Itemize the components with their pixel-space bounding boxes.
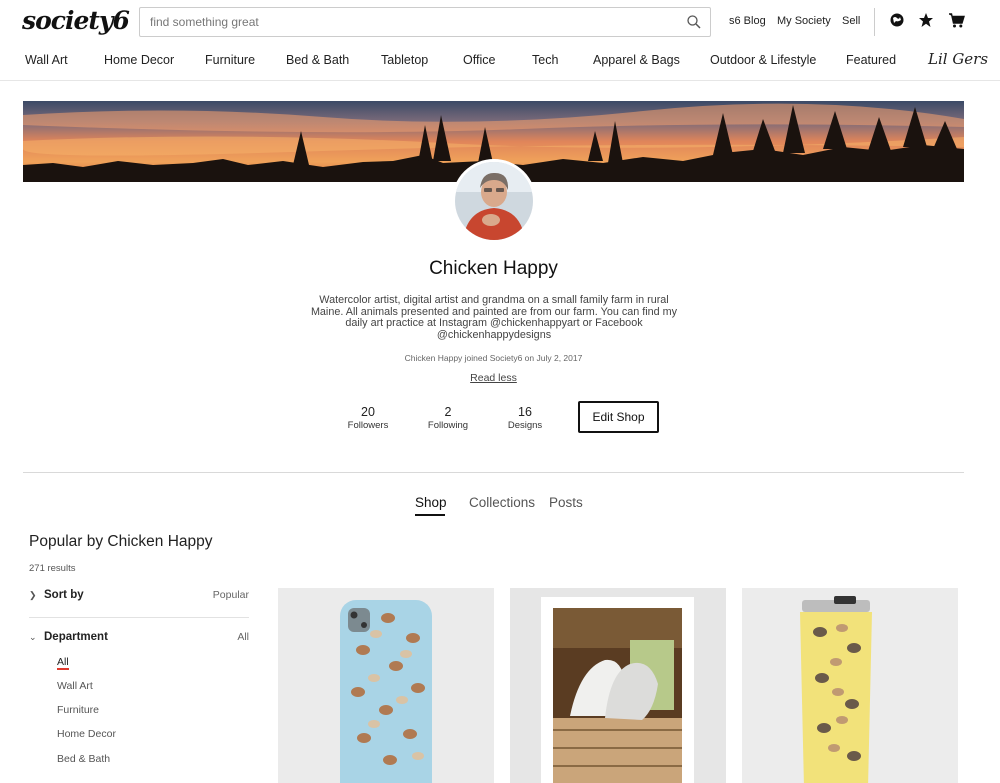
designs-label: Designs [507,420,543,431]
department-filter[interactable]: ⌄ Department All [29,631,249,647]
tumbler-image [742,588,958,783]
sort-by-label: Sort by [44,589,84,601]
profile-bio: Watercolor artist, digital artist and gr… [310,294,678,342]
designs-count: 16 [518,405,532,419]
department-label: Department [44,631,108,643]
department-option-furniture[interactable]: Furniture [57,704,99,716]
sort-by-value: Popular [212,589,249,601]
my-society-link[interactable]: My Society [777,15,831,27]
blog-link[interactable]: s6 Blog [729,15,766,27]
read-less-link[interactable]: Read less [470,372,517,384]
followers-count: 20 [361,405,375,419]
star-icon[interactable] [918,12,934,28]
search-input[interactable] [150,13,670,31]
department-option-bed-bath[interactable]: Bed & Bath [57,753,110,765]
profile-avatar [452,159,536,243]
filter-divider [29,617,249,618]
department-option-home-decor[interactable]: Home Decor [57,728,116,740]
department-value: All [237,631,249,643]
nav-item-apparel-bags[interactable]: Apparel & Bags [593,53,680,67]
nav-item-wall-art[interactable]: Wall Art [25,53,68,67]
chevron-down-icon: ⌄ [29,632,37,642]
product-card-phone-case[interactable] [278,588,494,783]
avatar-photo [455,162,533,240]
designs-stat[interactable]: 16 Designs [490,405,560,431]
header-divider [874,8,875,36]
nav-item-tabletop[interactable]: Tabletop [381,53,428,67]
category-nav: Wall Art Home Decor Furniture Bed & Bath… [0,44,1000,81]
tab-posts[interactable]: Posts [549,495,583,510]
sort-by-filter[interactable]: ❯ Sort by Popular [29,589,249,605]
phone-case-image [278,588,494,783]
nav-item-bed-bath[interactable]: Bed & Bath [286,53,349,67]
following-stat[interactable]: 2 Following [413,405,483,431]
following-count: 2 [444,405,452,419]
product-card-tumbler[interactable] [742,588,958,783]
top-bar: society6 s6 Blog My Society Sell [0,0,1000,44]
active-tab-indicator [415,514,445,516]
followers-label: Followers [347,420,389,431]
cart-icon[interactable] [948,12,965,28]
section-title: Popular by Chicken Happy [29,533,213,550]
world-icon[interactable] [889,12,905,28]
search-icon[interactable] [686,14,702,30]
department-option-all[interactable]: All [57,656,69,668]
followers-stat[interactable]: 20 Followers [333,405,403,431]
nav-item-tech[interactable]: Tech [532,53,558,67]
search-bar[interactable] [139,7,711,37]
department-option-wall-art[interactable]: Wall Art [57,680,93,692]
section-divider [23,472,964,473]
product-card-horse-print[interactable] [510,588,726,783]
tab-collections[interactable]: Collections [469,495,535,510]
edit-shop-button[interactable]: Edit Shop [578,401,659,433]
join-date: Chicken Happy joined Society6 on July 2,… [404,353,583,363]
nav-item-home-decor[interactable]: Home Decor [104,53,174,67]
nav-item-featured[interactable]: Featured [846,53,896,67]
following-label: Following [427,420,469,431]
sell-link[interactable]: Sell [842,15,860,27]
chevron-right-icon: ❯ [29,590,37,600]
active-department-indicator [57,668,69,670]
nav-item-lil-gers[interactable]: Lil Gers [928,50,988,68]
tab-shop[interactable]: Shop [415,495,447,510]
nav-item-office[interactable]: Office [463,53,495,67]
read-less-container: Read less [0,372,987,384]
horse-print-image [510,588,726,783]
profile-name: Chicken Happy [429,258,558,279]
nav-item-outdoor-lifestyle[interactable]: Outdoor & Lifestyle [710,53,816,67]
logo[interactable]: society6 [22,6,130,35]
results-count: 271 results [29,563,76,574]
nav-item-furniture[interactable]: Furniture [205,53,255,67]
